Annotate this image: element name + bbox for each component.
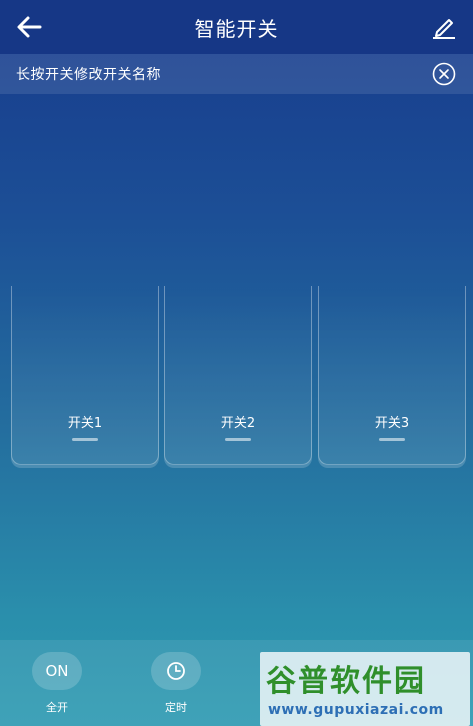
- notice-text: 长按开关修改开关名称: [16, 67, 161, 83]
- close-circle-icon: [432, 62, 456, 86]
- on-text-icon: ON: [45, 662, 69, 680]
- switch-indicator: [72, 438, 98, 441]
- switch-card-1[interactable]: 开关1: [11, 286, 159, 465]
- edit-button[interactable]: [431, 14, 457, 40]
- watermark-logo: 谷普软件园 www.gupuxiazai.com: [260, 652, 470, 726]
- top-bar: 智能开关: [0, 0, 473, 54]
- watermark-url: www.gupuxiazai.com: [268, 702, 444, 718]
- switch-label: 开关3: [374, 416, 410, 431]
- all-on-label: 全开: [46, 701, 68, 714]
- page-title: 智能开关: [194, 17, 279, 41]
- pencil-icon: [433, 19, 455, 39]
- watermark-brand: 谷普软件园: [266, 664, 426, 699]
- switch-indicator: [225, 438, 251, 441]
- switch-card-2[interactable]: 开关2: [164, 286, 312, 465]
- switch-card-3[interactable]: 开关3: [318, 286, 466, 465]
- close-notice-button[interactable]: [432, 62, 456, 86]
- switch-label: 开关2: [220, 416, 256, 431]
- clock-icon: [167, 662, 185, 680]
- notice-banner: 长按开关修改开关名称: [0, 54, 473, 94]
- switch-label: 开关1: [67, 416, 103, 431]
- timer-label: 定时: [165, 701, 187, 714]
- switch-indicator: [379, 438, 405, 441]
- timer-button[interactable]: [151, 652, 201, 690]
- all-on-button[interactable]: ON: [32, 652, 82, 690]
